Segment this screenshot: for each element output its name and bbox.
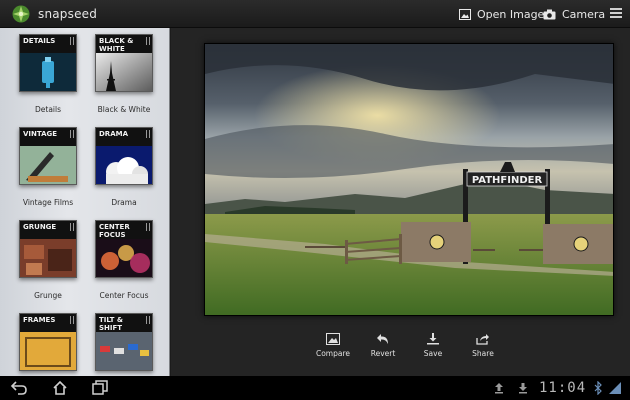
open-image-label: Open Image [477, 7, 545, 21]
filter-sidebar[interactable]: DETAILS Details BLACK & WHITE Black & Wh… [0, 28, 170, 376]
filter-label: Drama [111, 198, 137, 207]
filter-thumb-title: TILT & SHIFT [99, 316, 123, 332]
drag-grip-icon [146, 37, 150, 45]
filter-thumbnail: TILT & SHIFT [95, 313, 153, 371]
gate-sign-text: PATHFINDER [472, 175, 543, 186]
drag-grip-icon [146, 223, 150, 231]
recent-apps-icon[interactable] [92, 380, 108, 396]
compare-label: Compare [315, 349, 351, 358]
revert-button[interactable]: Revert [358, 333, 408, 358]
details-icon [20, 53, 76, 91]
compare-icon [326, 333, 340, 345]
share-button[interactable]: Share [458, 333, 508, 358]
drag-grip-icon [70, 37, 74, 45]
tilt-shift-icon [96, 332, 152, 370]
camera-button[interactable]: Camera [543, 0, 605, 28]
filter-thumb-title: GRUNGE [23, 223, 57, 231]
grunge-texture-icon [20, 239, 76, 277]
download-icon [427, 333, 439, 345]
filter-label: Center Focus [99, 291, 149, 300]
filter-thumbnail: DETAILS [19, 34, 77, 92]
home-icon[interactable] [52, 380, 68, 396]
filter-thumb-title: DETAILS [23, 37, 56, 45]
filter-thumbnail: CENTER FOCUS [95, 220, 153, 278]
wifi-signal-icon [609, 382, 621, 394]
app-name: snapseed [38, 7, 98, 21]
share-icon [476, 334, 489, 345]
bokeh-icon [96, 239, 152, 277]
filter-thumb-title: CENTER FOCUS [99, 223, 130, 239]
camera-label: Camera [562, 7, 606, 21]
filter-thumb-title: VINTAGE [23, 130, 58, 138]
image-icon [459, 8, 471, 20]
landscape-photo: PATHFINDER [205, 44, 613, 315]
download-notification-icon [519, 383, 527, 394]
compare-button[interactable]: Compare [308, 333, 358, 358]
vintage-photo-icon [20, 146, 76, 184]
snapseed-app: snapseed Open Image Camera DETAILS Detai… [0, 0, 630, 400]
eiffel-tower-icon [96, 53, 152, 91]
revert-icon [377, 334, 388, 344]
back-icon[interactable] [10, 380, 28, 396]
filter-label: Black & White [97, 105, 151, 114]
overflow-menu-icon[interactable] [610, 8, 622, 20]
top-action-bar: snapseed Open Image Camera [0, 0, 630, 28]
filter-thumbnail: VINTAGE [19, 127, 77, 185]
upload-notification-icon [495, 383, 503, 394]
snapseed-logo-icon [10, 4, 32, 24]
editor-canvas-area: PATHFINDER Compare Revert Save Share [171, 28, 630, 376]
camera-icon [543, 9, 556, 19]
frame-icon [20, 332, 76, 370]
drag-grip-icon [70, 223, 74, 231]
share-label: Share [472, 349, 494, 358]
bluetooth-icon [594, 381, 602, 395]
save-button[interactable]: Save [408, 333, 458, 358]
filter-thumbnail: FRAMES [19, 313, 77, 371]
filter-thumbnail: BLACK & WHITE [95, 34, 153, 92]
filter-thumbnail: DRAMA [95, 127, 153, 185]
save-label: Save [423, 349, 443, 358]
drag-grip-icon [70, 316, 74, 324]
editor-action-bar: Compare Revert Save Share [171, 333, 630, 373]
cloud-icon [96, 146, 152, 184]
open-image-button[interactable]: Open Image [459, 0, 544, 28]
edited-photo[interactable]: PATHFINDER [204, 43, 614, 316]
filter-thumb-title: FRAMES [23, 316, 56, 324]
app-logo: snapseed [10, 4, 97, 24]
filter-thumb-title: BLACK & WHITE [99, 37, 134, 53]
system-navigation-bar: 11:04 [0, 376, 630, 400]
drag-grip-icon [70, 130, 74, 138]
drag-grip-icon [146, 316, 150, 324]
filter-thumb-title: DRAMA [99, 130, 129, 138]
revert-label: Revert [370, 349, 396, 358]
status-clock: 11:04 [539, 380, 587, 396]
drag-grip-icon [146, 130, 150, 138]
filter-thumbnail: GRUNGE [19, 220, 77, 278]
